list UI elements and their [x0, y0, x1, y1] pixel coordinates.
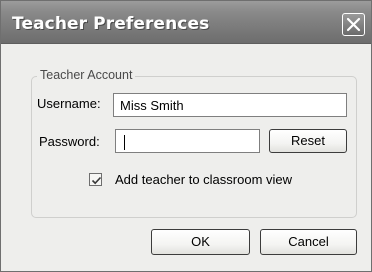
checkmark-icon: [91, 176, 102, 185]
ok-button[interactable]: OK: [151, 229, 250, 255]
add-teacher-label[interactable]: Add teacher to classroom view: [115, 172, 292, 188]
password-label: Password:: [39, 134, 100, 149]
password-field[interactable]: [115, 129, 260, 153]
add-teacher-checkbox[interactable]: [89, 173, 102, 186]
close-button[interactable]: [342, 13, 365, 36]
reset-button[interactable]: Reset: [269, 129, 347, 153]
close-icon: [346, 17, 361, 32]
username-field[interactable]: Miss Smith: [113, 93, 347, 117]
preferences-dialog: Teacher Preferences Teacher Account User…: [0, 0, 372, 272]
title-bar[interactable]: Teacher Preferences: [1, 1, 371, 44]
text-caret: [124, 135, 125, 150]
dialog-title: Teacher Preferences: [12, 14, 210, 34]
username-label: Username:: [37, 96, 101, 111]
cancel-button[interactable]: Cancel: [260, 229, 357, 255]
group-legend: Teacher Account: [37, 67, 136, 83]
